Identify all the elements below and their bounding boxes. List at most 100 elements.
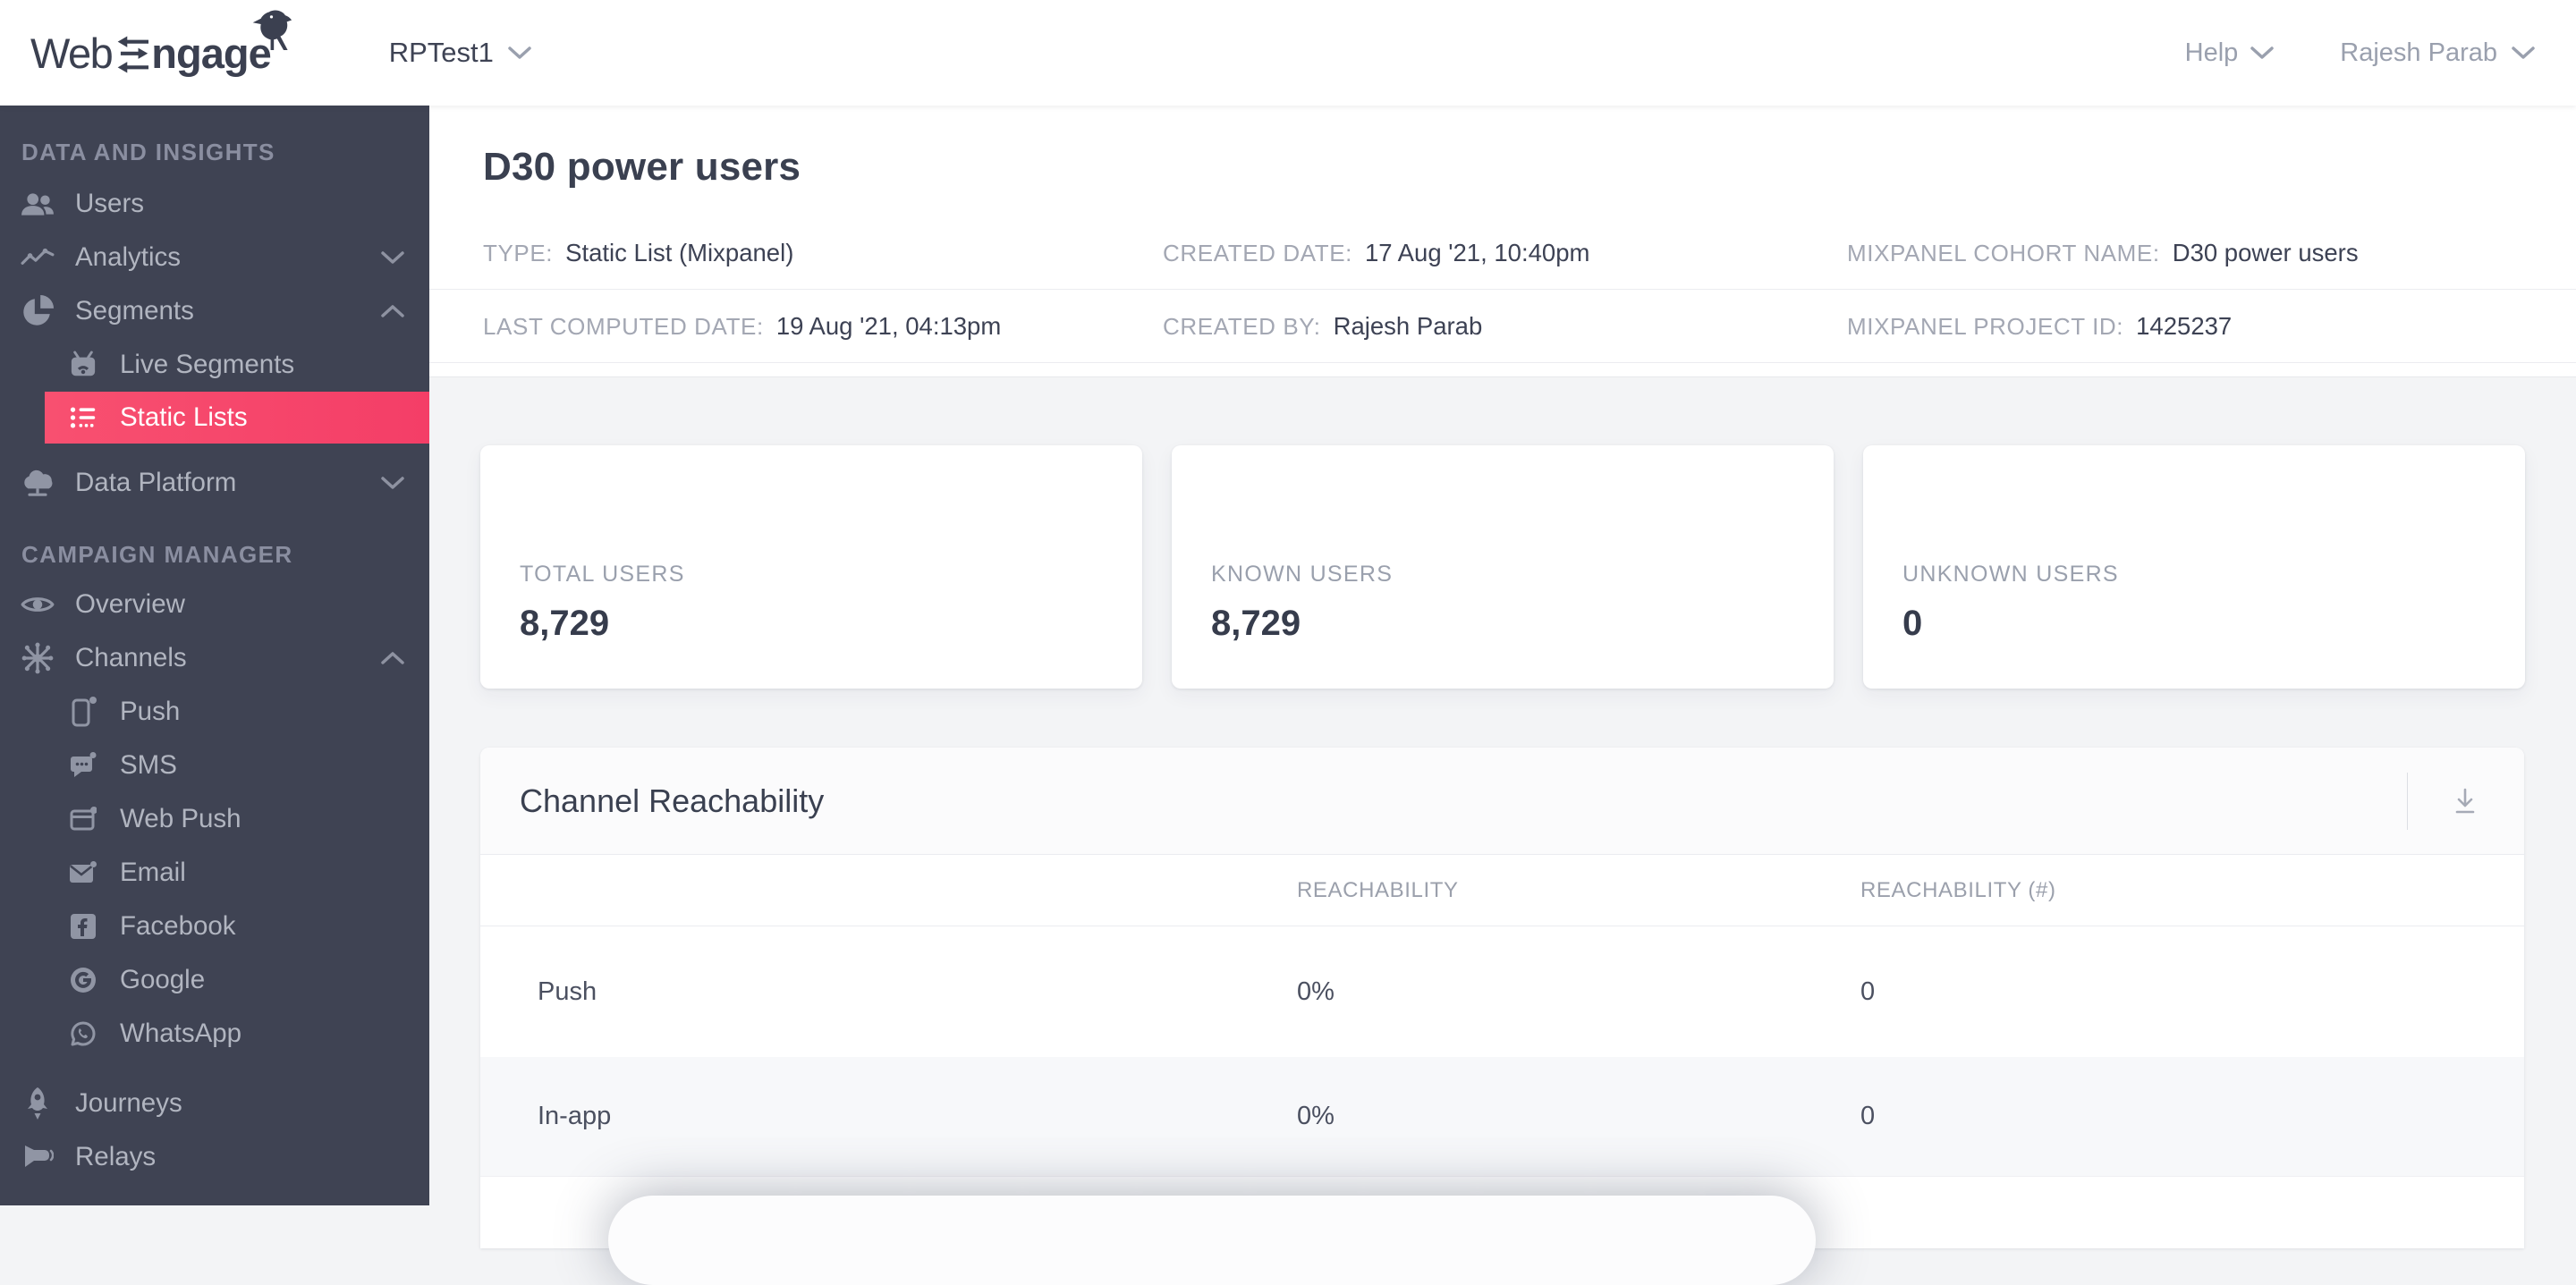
sidebar-item-overview[interactable]: Overview xyxy=(0,578,429,631)
sidebar-item-email[interactable]: Email xyxy=(0,846,429,900)
meta-row-1: TYPE: Static List (Mixpanel) CREATED DAT… xyxy=(429,216,2576,290)
column-reachability: REACHABILITY xyxy=(1297,877,1459,902)
project-name: RPTest1 xyxy=(388,37,494,68)
live-segments-icon xyxy=(70,351,97,379)
reachability-tools xyxy=(2407,772,2483,830)
main-content: D30 power users TYPE: Static List (Mixpa… xyxy=(429,106,2576,1285)
sidebar-item-whatsapp[interactable]: WhatsApp xyxy=(0,1007,429,1061)
sidebar-item-facebook[interactable]: Facebook xyxy=(0,900,429,953)
meta-value: Static List (Mixpanel) xyxy=(565,238,794,266)
sidebar-item-static-lists[interactable]: Static Lists xyxy=(45,392,429,444)
topbar: Web ngage RPTest1 Help Rajesh Parab xyxy=(0,0,2576,106)
channel-reachability-title: Channel Reachability xyxy=(520,782,825,819)
webengage-logo[interactable]: Web ngage xyxy=(30,10,292,84)
web-push-icon xyxy=(70,806,97,833)
google-icon xyxy=(70,968,97,993)
meta-value: 17 Aug '21, 10:40pm xyxy=(1364,238,1590,266)
sidebar-item-label: Data Platform xyxy=(75,468,237,497)
chevron-up-icon xyxy=(381,652,404,664)
meta-type: TYPE: Static List (Mixpanel) xyxy=(483,239,1163,267)
sidebar-item-label: Relays xyxy=(75,1142,157,1171)
page-title: D30 power users xyxy=(483,145,801,189)
table-row-inapp: In-app 0% 0 xyxy=(480,1057,2524,1177)
cell-count: 0 xyxy=(1860,1102,1876,1130)
stat-cards: TOTAL USERS 8,729 KNOWN USERS 8,729 UNKN… xyxy=(480,445,2576,689)
sidebar-item-label: Users xyxy=(75,189,145,218)
meta-label: CREATED BY: xyxy=(1163,312,1321,340)
cell-channel: In-app xyxy=(538,1102,612,1130)
meta-created-date: CREATED DATE: 17 Aug '21, 10:40pm xyxy=(1163,239,1847,267)
user-name: Rajesh Parab xyxy=(2340,38,2497,67)
chevron-down-icon xyxy=(381,251,404,264)
stat-value: 8,729 xyxy=(520,604,610,643)
sidebar-item-journeys[interactable]: Journeys xyxy=(0,1077,429,1130)
stat-label: KNOWN USERS xyxy=(1211,562,1394,587)
users-icon xyxy=(20,190,55,218)
sidebar-item-label: Analytics xyxy=(75,242,182,272)
content-area: TOTAL USERS 8,729 KNOWN USERS 8,729 UNKN… xyxy=(429,377,2576,1285)
sidebar-item-label: WhatsApp xyxy=(120,1019,242,1048)
meta-value: Rajesh Parab xyxy=(1333,311,1483,340)
sidebar-item-label: Live Segments xyxy=(120,350,295,379)
bottom-panel-shadow xyxy=(608,1196,1816,1285)
sidebar-item-label: Web Push xyxy=(120,804,242,833)
logo-bird-icon xyxy=(252,10,292,51)
meta-label: LAST COMPUTED DATE: xyxy=(483,312,764,340)
cell-count: 0 xyxy=(1860,976,1876,1006)
sidebar-section-data-and-insights: DATA AND INSIGHTS xyxy=(21,139,275,165)
meta-mixpanel-project-id: MIXPANEL PROJECT ID: 1425237 xyxy=(1847,312,2576,341)
sidebar-item-label: SMS xyxy=(120,750,177,780)
sidebar-item-data-platform[interactable]: Data Platform xyxy=(0,456,429,510)
sidebar-item-analytics[interactable]: Analytics xyxy=(0,231,429,284)
logo-text-web: Web xyxy=(30,29,114,77)
stat-value: 0 xyxy=(1902,604,1923,643)
sidebar-item-label: Segments xyxy=(75,296,194,325)
help-menu[interactable]: Help xyxy=(2185,38,2275,68)
chevron-down-icon xyxy=(2250,46,2275,59)
sidebar-item-google[interactable]: Google xyxy=(0,953,429,1007)
segments-icon xyxy=(20,295,55,327)
sidebar-item-channels[interactable]: Channels xyxy=(0,631,429,685)
sidebar-item-label: Push xyxy=(120,697,181,726)
email-icon xyxy=(70,861,97,884)
project-switcher[interactable]: RPTest1 xyxy=(389,37,531,69)
stat-card-known-users: KNOWN USERS 8,729 xyxy=(1172,445,1834,689)
sidebar-item-label: Facebook xyxy=(120,911,236,941)
sidebar-item-web-push[interactable]: Web Push xyxy=(0,792,429,846)
eye-icon xyxy=(20,593,55,616)
stat-card-total-users: TOTAL USERS 8,729 xyxy=(480,445,1142,689)
mobile-push-icon xyxy=(70,697,97,727)
sidebar-item-live-segments[interactable]: Live Segments xyxy=(0,338,429,392)
stat-value: 8,729 xyxy=(1211,604,1301,643)
sidebar-item-push[interactable]: Push xyxy=(0,685,429,739)
sidebar-item-label: Google xyxy=(120,965,206,994)
table-row-push: Push 0% 0 xyxy=(480,926,2524,1057)
sidebar-item-sms[interactable]: SMS xyxy=(0,739,429,792)
static-lists-icon xyxy=(70,404,97,431)
sidebar-section-campaign-manager: CAMPAIGN MANAGER xyxy=(21,541,293,568)
column-reachability-count: REACHABILITY (#) xyxy=(1860,877,2056,902)
sidebar-item-segments[interactable]: Segments xyxy=(0,284,429,338)
reachability-table-header: REACHABILITY REACHABILITY (#) xyxy=(480,855,2524,926)
chevron-down-icon xyxy=(381,477,404,489)
meta-value: D30 power users xyxy=(2172,238,2359,266)
download-button[interactable] xyxy=(2447,783,2483,819)
chevron-down-icon xyxy=(508,46,531,59)
meta-label: CREATED DATE: xyxy=(1163,239,1352,266)
sidebar-item-label: Static Lists xyxy=(120,402,248,432)
sidebar-item-label: Overview xyxy=(75,589,185,619)
page-header: D30 power users TYPE: Static List (Mixpa… xyxy=(429,106,2576,377)
cell-reachability: 0% xyxy=(1297,1102,1335,1130)
cell-channel: Push xyxy=(538,976,597,1006)
sidebar-item-label: Email xyxy=(120,858,186,887)
channel-reachability-header: Channel Reachability xyxy=(480,748,2524,855)
user-menu[interactable]: Rajesh Parab xyxy=(2340,38,2535,68)
vertical-divider xyxy=(2407,772,2408,830)
sidebar-item-users[interactable]: Users xyxy=(0,177,429,231)
topbar-right: Help Rajesh Parab xyxy=(2185,38,2576,68)
stat-label: TOTAL USERS xyxy=(520,562,685,587)
meta-row-2: LAST COMPUTED DATE: 19 Aug '21, 04:13pm … xyxy=(429,290,2576,363)
sidebar-item-relays[interactable]: Relays xyxy=(0,1130,429,1184)
rocket-icon xyxy=(20,1086,55,1120)
meta-label: TYPE: xyxy=(483,239,554,266)
